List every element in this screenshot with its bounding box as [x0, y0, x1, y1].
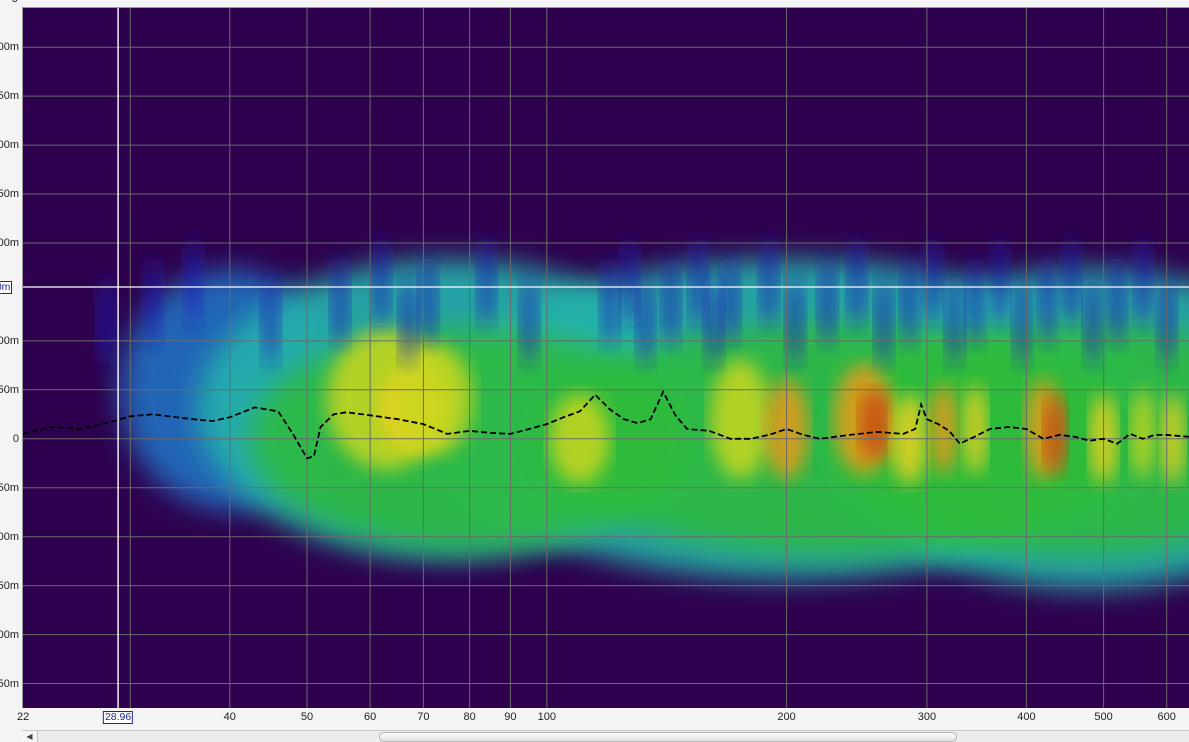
y-tick-label: 0	[12, 432, 19, 445]
x-axis: 22 40 50 60 70 80 90 100 200 300 400 500 600	[0, 708, 1189, 728]
x-tick-label: 80	[463, 711, 476, 723]
x-tick-label: 500	[1094, 711, 1113, 723]
heatmap-hotspot	[963, 384, 988, 474]
heatmap-hotspot	[858, 389, 891, 460]
heatmap-fringe	[944, 276, 965, 367]
heatmap-hotspot	[929, 384, 958, 474]
heatmap-fringe	[1037, 256, 1058, 347]
heatmap-fringe	[1132, 237, 1153, 328]
heatmap-fringe	[183, 237, 204, 328]
y-tick-label: 00m	[0, 334, 19, 347]
heatmap-fringe	[817, 256, 838, 347]
heatmap-fringe	[371, 237, 392, 328]
y-tick-label: 00m	[0, 628, 19, 641]
x-tick-label: 100	[537, 711, 556, 723]
scroll-left-arrow-icon[interactable]: ◀	[22, 731, 38, 742]
heatmap-fringe	[785, 276, 806, 367]
x-tick-label: 200	[777, 711, 796, 723]
y-axis: 3 00m 50m 00m 50m 00m 00m 50m 0 50m 00m 50m 00m 50m	[0, 0, 23, 712]
y-tick-label: 50m	[0, 90, 19, 103]
cursor-y-readout: 50m	[0, 281, 13, 294]
y-tick-label: 00m	[0, 237, 19, 249]
x-tick-label: 40	[223, 711, 236, 723]
x-tick-label: 50	[300, 711, 314, 723]
heatmap-hotspot	[710, 359, 771, 480]
x-tick-label: 400	[1017, 711, 1036, 723]
heatmap-fringe	[965, 256, 986, 347]
heatmap-fringe	[142, 256, 163, 347]
y-tick-label: 50m	[0, 579, 19, 592]
heatmap-fringe	[398, 276, 419, 367]
y-tick-label: 50m	[0, 188, 19, 200]
heatmap-fringe	[1012, 276, 1033, 367]
heatmap-fringe	[476, 237, 497, 328]
heatmap-fringe	[989, 237, 1010, 328]
y-tick-label: 50m	[0, 383, 19, 396]
heatmap-fringe	[519, 276, 540, 367]
x-tick-label: 22	[17, 711, 30, 723]
heatmap-fringe	[1107, 256, 1128, 347]
x-tick-label: 600	[1157, 711, 1176, 723]
heatmap-fringe	[635, 276, 656, 367]
heatmap-fringe	[418, 256, 439, 347]
y-tick-label: 00m	[0, 139, 19, 152]
y-tick-label: 00m	[0, 530, 19, 543]
heatmap-fringe	[260, 276, 281, 367]
heatmap-fringe	[720, 256, 741, 347]
heatmap-fringe	[846, 237, 867, 328]
heatmap-fringe	[874, 276, 894, 367]
heatmap-fringe	[703, 276, 724, 367]
x-tick-label: 60	[363, 711, 377, 723]
spectrogram-window: 3 00m50m00m50m00m00m50m050m00m50m00m50m …	[0, 0, 1189, 742]
y-tick-label: 00m	[0, 41, 19, 54]
heatmap-fringe	[922, 237, 943, 328]
x-tick-label: 90	[504, 711, 517, 723]
y-tick-label: 50m	[0, 677, 19, 690]
cursor-x-readout: 28.96	[102, 711, 134, 724]
heatmap-fringe	[96, 276, 117, 367]
heatmap-fringe	[758, 237, 779, 328]
heatmap-fringe	[1083, 276, 1104, 367]
y-tick-label: 50m	[0, 481, 19, 494]
spectrogram-plot[interactable]	[23, 8, 1189, 708]
heatmap-fringe	[1061, 237, 1081, 328]
heatmap-fringe	[330, 256, 350, 347]
x-tick-label: 300	[917, 711, 937, 723]
x-tick-label: 70	[417, 711, 430, 723]
heatmap-fringe	[660, 256, 681, 347]
y-axis-top-mark: 3	[12, 0, 18, 5]
heatmap-hotspot	[1130, 388, 1155, 479]
horizontal-scrollbar[interactable]: ◀	[22, 730, 1189, 742]
heatmap-hotspot	[1043, 393, 1068, 474]
scrollbar-thumb[interactable]	[379, 732, 957, 742]
heatmap-fringe	[899, 256, 920, 347]
heatmap-fringe	[599, 256, 620, 347]
